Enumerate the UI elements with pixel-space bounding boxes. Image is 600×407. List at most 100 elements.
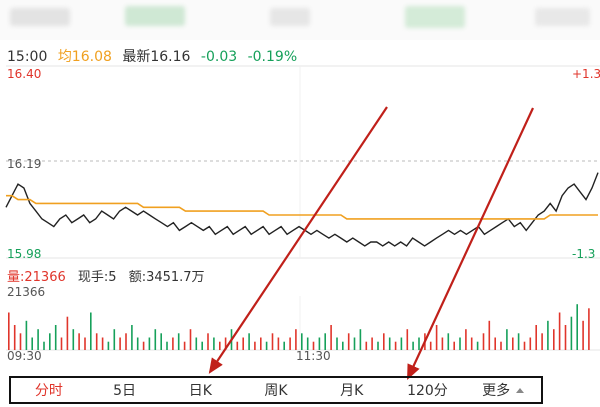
annotation-arrow-right — [407, 107, 534, 380]
pct-axis-top: +1.3 — [572, 67, 600, 81]
volume-bar — [60, 337, 63, 350]
volume-bar — [482, 333, 485, 350]
tab-intraday[interactable]: 分时 — [11, 380, 87, 400]
volume-bar — [66, 316, 69, 350]
volume-bar — [441, 337, 444, 350]
volume-bar — [90, 312, 92, 350]
volume-bar — [295, 329, 297, 350]
volume-bar — [13, 325, 16, 350]
volume-bar — [49, 333, 51, 350]
volume-bar — [347, 333, 350, 350]
tab-label: 120分 — [407, 383, 448, 399]
volume-bar — [113, 329, 116, 350]
volume-bar — [148, 337, 151, 350]
volume-bar — [517, 333, 520, 350]
volume-bar — [353, 337, 356, 350]
volume-bar — [201, 341, 203, 350]
volume-bar — [535, 325, 537, 350]
volume-bar — [142, 341, 145, 350]
volume-bar — [131, 325, 133, 350]
volume-bar — [324, 333, 326, 350]
volume-bar — [488, 320, 491, 350]
volume-bar — [195, 337, 198, 350]
volume-bar — [412, 341, 414, 350]
volume-bar — [558, 312, 561, 350]
volume-bar — [342, 341, 344, 350]
volume-bar — [289, 337, 291, 350]
volume-bar — [265, 341, 268, 350]
volume-bar — [406, 329, 409, 350]
volume-bar — [388, 337, 391, 350]
volume-bar — [564, 325, 567, 350]
tab-label: 月K — [340, 383, 364, 399]
volume-bar — [301, 333, 303, 350]
volume-bar — [429, 341, 432, 350]
volume-bar — [570, 316, 573, 350]
volume-bar — [277, 337, 280, 350]
volume-bar — [336, 337, 338, 350]
volume-axis-max: 21366 — [7, 285, 46, 299]
volume-bar — [236, 341, 239, 350]
volume-bar — [19, 333, 22, 350]
period-tab-bar: 分时 5日 日K 周K 月K 120分 更多 — [9, 376, 543, 404]
volume-bar — [213, 337, 215, 350]
volume-bar — [500, 341, 502, 350]
volume-bar — [248, 333, 250, 350]
average-price-line — [6, 194, 598, 220]
tab-monthly-k[interactable]: 月K — [314, 380, 390, 400]
volume-bar — [260, 337, 262, 350]
volume-bar — [8, 312, 10, 350]
tab-label: 周K — [264, 383, 288, 399]
volume-bar — [84, 337, 86, 350]
tab-label: 5日 — [113, 383, 137, 399]
volume-bar — [523, 341, 526, 350]
tab-label: 更多 — [482, 383, 511, 399]
tab-more[interactable]: 更多 — [465, 380, 541, 400]
volume-bar — [529, 337, 532, 350]
tab-label: 日K — [188, 383, 212, 399]
volume-bar — [207, 333, 209, 350]
volume-bar — [125, 333, 127, 350]
volume-bar — [371, 337, 373, 350]
volume-bar — [54, 325, 57, 350]
intraday-chart — [5, 65, 600, 380]
volume-bar — [78, 333, 80, 350]
volume-bar — [95, 333, 98, 350]
tab-weekly-k[interactable]: 周K — [238, 380, 314, 400]
volume-bar — [172, 337, 174, 350]
volume-bar — [494, 337, 496, 350]
volume-bar — [359, 329, 362, 350]
volume-bar — [506, 329, 508, 350]
volume-bar — [547, 320, 549, 350]
volume-bar — [330, 325, 332, 350]
volume-bar — [512, 337, 514, 350]
time-mid: 11:30 — [296, 349, 331, 363]
turnover-amount: 额:3451.7万 — [128, 270, 205, 285]
volume-bar — [553, 329, 555, 350]
volume-bar — [101, 337, 104, 350]
volume-bar — [271, 333, 274, 350]
triangle-up-icon — [516, 388, 525, 393]
volume-bar — [465, 329, 467, 350]
volume-bar — [43, 341, 45, 350]
price-axis-top: 16.40 — [7, 67, 42, 81]
tab-label: 分时 — [34, 383, 63, 399]
volume-info-row: 量:21366 现手:5 额:3451.7万 — [7, 266, 213, 285]
tab-120min[interactable]: 120分 — [390, 380, 466, 400]
volume-bar — [107, 341, 110, 350]
volume-bar — [37, 329, 39, 350]
volume-bar — [242, 337, 244, 350]
tab-daily-k[interactable]: 日K — [162, 380, 238, 400]
volume-bar — [453, 341, 455, 350]
volume-bar — [365, 341, 368, 350]
volume-bar — [72, 329, 75, 350]
volume-bar — [459, 337, 461, 350]
pct-axis-bottom: -1.3 — [572, 247, 596, 261]
volume-bar — [136, 337, 139, 350]
tab-5day[interactable]: 5日 — [87, 380, 163, 400]
volume-bar — [435, 325, 438, 350]
volume-bar — [476, 341, 479, 350]
volume-bar — [25, 320, 28, 350]
volume-bar — [283, 341, 285, 350]
volume-bar — [470, 337, 473, 350]
